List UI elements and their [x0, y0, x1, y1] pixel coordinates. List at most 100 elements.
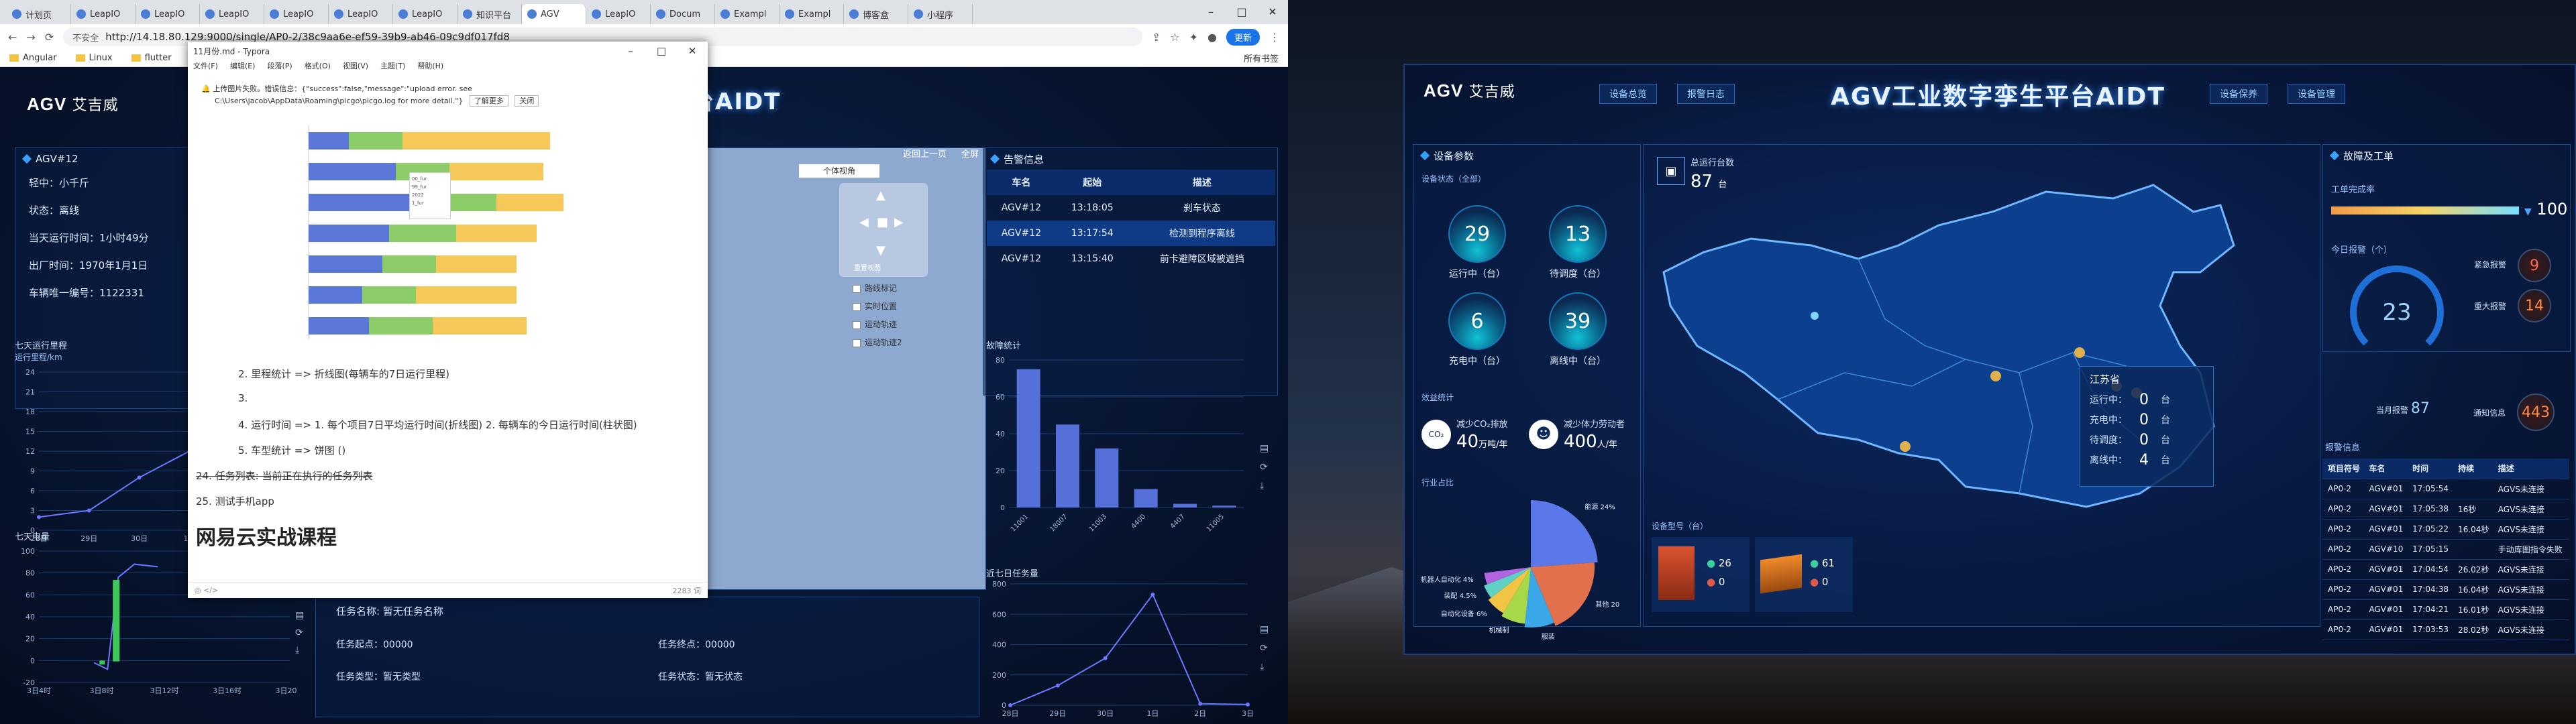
- browser-tab[interactable]: LeapIO: [136, 4, 200, 24]
- browser-tab[interactable]: 博客盒: [844, 4, 908, 24]
- alarm-info-row[interactable]: AP0-2 AGV#01 17:05:38 16秒 AGVS未连接: [2322, 499, 2569, 520]
- typora-editor[interactable]: 00_fur 99_fur 2022 1_fur 2. 里程统计 => 折线图(每辆车…: [188, 125, 708, 581]
- doc-icon[interactable]: ▤: [1260, 439, 1269, 458]
- layer-item[interactable]: 运动轨迹2: [853, 337, 902, 348]
- nav-tab[interactable]: 设备保养: [2210, 84, 2267, 104]
- site-marker[interactable]: [1990, 371, 2001, 381]
- sidebar-toggle-icon[interactable]: ◎ </>: [195, 586, 218, 595]
- browser-tab[interactable]: AGV: [522, 4, 586, 24]
- alarm-info-row[interactable]: AP0-2 AGV#10 17:05:15 手动库图指令失败: [2322, 539, 2569, 560]
- pan-right-icon[interactable]: ▶: [894, 215, 904, 229]
- nav-tab[interactable]: 设备总览: [1599, 84, 1657, 104]
- alarm-row[interactable]: AGV#12 13:18:05 刹车状态: [987, 195, 1275, 221]
- back-icon[interactable]: ←: [8, 31, 17, 44]
- nav-tab[interactable]: 报警日志: [1677, 84, 1735, 104]
- nav-tab[interactable]: 设备管理: [2288, 84, 2345, 104]
- alarm-info-row[interactable]: AP0-2 AGV#01 17:05:54 AGVS未连接: [2322, 479, 2569, 499]
- back-link[interactable]: 返回上一页: [903, 147, 947, 160]
- bookmark-item[interactable]: flutter: [131, 53, 172, 63]
- refresh-icon[interactable]: ⟳: [1260, 458, 1269, 477]
- browser-tab[interactable]: Exampl: [715, 4, 780, 24]
- reload-icon[interactable]: ⟳: [45, 31, 54, 44]
- alarm-row[interactable]: AGV#12 13:17:54 检测到程序离线: [987, 221, 1275, 246]
- y-tick-label: 3: [30, 507, 35, 516]
- close-icon[interactable]: ✕: [677, 42, 708, 60]
- typora-menu-item[interactable]: 主题(T): [380, 60, 405, 75]
- menu-icon[interactable]: ⋮: [1269, 31, 1280, 44]
- fault-bar[interactable]: [1095, 448, 1119, 507]
- checkbox-icon[interactable]: [853, 320, 861, 329]
- province-marker[interactable]: [1811, 312, 1819, 320]
- fault-bar[interactable]: [1016, 369, 1040, 507]
- browser-tab[interactable]: LeapIO: [393, 4, 458, 24]
- maximize-icon[interactable]: □: [1226, 0, 1257, 24]
- browser-tab[interactable]: Docum: [651, 4, 715, 24]
- typora-menu-item[interactable]: 段落(P): [267, 60, 292, 75]
- alarm-info-row[interactable]: AP0-2 AGV#01 17:04:38 16.04秒 AGVS未连接: [2322, 579, 2569, 600]
- browser-tab[interactable]: LeapIO: [200, 4, 264, 24]
- browser-tab[interactable]: 知识平台: [458, 4, 522, 24]
- typora-menu-item[interactable]: 文件(F): [193, 60, 218, 75]
- close-notice-button[interactable]: 关闭: [515, 95, 539, 107]
- checkbox-icon[interactable]: [853, 302, 861, 311]
- extensions-icon[interactable]: ✦: [1189, 31, 1198, 44]
- browser-tab[interactable]: LeapIO: [264, 4, 329, 24]
- bookmark-star-icon[interactable]: ☆: [1170, 31, 1179, 44]
- download-icon[interactable]: ⤓: [1260, 477, 1269, 495]
- pan-up-icon[interactable]: ▲: [876, 188, 885, 202]
- view-dropdown[interactable]: 个体视角: [799, 164, 879, 178]
- close-icon[interactable]: ✕: [1257, 0, 1288, 24]
- download-icon[interactable]: ⤓: [295, 642, 304, 659]
- fault-bar[interactable]: [1056, 424, 1079, 507]
- typora-menu-item[interactable]: 视图(V): [343, 60, 368, 75]
- pan-left-icon[interactable]: ◀: [859, 215, 869, 229]
- site-marker[interactable]: [1900, 441, 1911, 452]
- china-map[interactable]: [1644, 172, 2314, 520]
- alarm-row[interactable]: AGV#12 13:15:40 前卡避障区域被遮挡: [987, 246, 1275, 272]
- doc-icon[interactable]: ▤: [1260, 620, 1269, 639]
- bookmark-item[interactable]: Angular: [9, 53, 57, 63]
- typora-menu-item[interactable]: 编辑(E): [230, 60, 256, 75]
- forward-icon[interactable]: →: [26, 31, 35, 44]
- pan-down-icon[interactable]: ▼: [876, 243, 885, 257]
- refresh-icon[interactable]: ⟳: [295, 624, 304, 642]
- fault-bar[interactable]: [1173, 503, 1197, 508]
- site-marker[interactable]: [2074, 347, 2085, 358]
- download-icon[interactable]: ⤓: [1260, 658, 1269, 676]
- alarm-info-row[interactable]: AP0-2 AGV#01 17:03:53 28.02秒 AGVS未连接: [2322, 619, 2569, 640]
- browser-tab[interactable]: LeapIO: [586, 4, 651, 24]
- home-icon[interactable]: ■: [877, 215, 888, 229]
- share-icon[interactable]: ⇪: [1152, 31, 1161, 44]
- learn-more-button[interactable]: 了解更多: [469, 95, 508, 107]
- typora-menu-item[interactable]: 帮助(H): [417, 60, 443, 75]
- fullscreen-link[interactable]: 全屏: [961, 147, 979, 160]
- maximize-icon[interactable]: □: [646, 42, 677, 60]
- minimize-icon[interactable]: –: [615, 42, 646, 60]
- fault-bar[interactable]: [1212, 505, 1236, 507]
- all-bookmarks[interactable]: 所有书签: [1244, 52, 1279, 64]
- profile-icon[interactable]: ●: [1208, 31, 1217, 44]
- reset-view-label[interactable]: 重置视图: [854, 262, 881, 272]
- fault-bar[interactable]: [1134, 489, 1158, 508]
- browser-tab[interactable]: LeapIO: [329, 4, 393, 24]
- checkbox-icon[interactable]: [853, 339, 861, 347]
- checkbox-icon[interactable]: [853, 284, 861, 293]
- typora-menu-item[interactable]: 格式(O): [305, 60, 331, 75]
- bookmark-item[interactable]: Linux: [75, 53, 113, 63]
- refresh-icon[interactable]: ⟳: [1260, 639, 1269, 658]
- browser-tab[interactable]: 计划页: [7, 4, 71, 24]
- browser-tab[interactable]: 小程序: [908, 4, 973, 24]
- browser-tab[interactable]: LeapIO: [71, 4, 136, 24]
- layer-item[interactable]: 运动轨迹: [853, 318, 902, 330]
- minimize-icon[interactable]: –: [1195, 0, 1226, 24]
- x-tick-label: 18007: [1049, 513, 1069, 533]
- layer-item[interactable]: 路线标记: [853, 282, 902, 294]
- update-button[interactable]: 更新: [1226, 28, 1260, 46]
- layer-item[interactable]: 实时位置: [853, 300, 902, 312]
- browser-tab[interactable]: Exampl: [780, 4, 844, 24]
- tab-favicon-icon: [720, 9, 730, 19]
- alarm-info-row[interactable]: AP0-2 AGV#01 17:05:22 16.04秒 AGVS未连接: [2322, 519, 2569, 540]
- doc-icon[interactable]: ▤: [295, 607, 304, 624]
- alarm-info-row[interactable]: AP0-2 AGV#01 17:04:54 26.02秒 AGVS未连接: [2322, 559, 2569, 580]
- alarm-info-row[interactable]: AP0-2 AGV#01 17:04:21 16.01秒 AGVS未连接: [2322, 599, 2569, 620]
